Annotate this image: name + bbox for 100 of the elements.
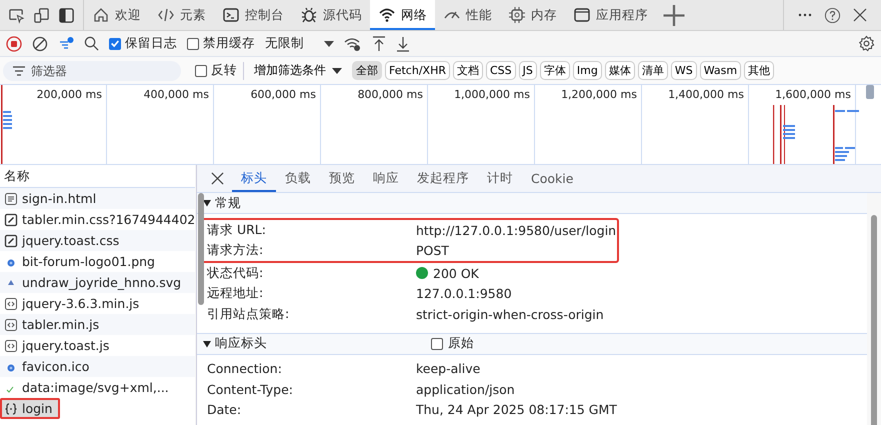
tick-label: 800,000 ms [358,88,423,101]
type-filter-chip[interactable]: 其他 [744,61,774,80]
row-label: 请求 URL: [207,222,267,239]
document-icon [4,192,18,206]
throttle-select[interactable]: 无限制 [265,35,304,52]
panel-tab[interactable]: 欢迎 [84,0,149,30]
request-item[interactable]: data:image/svg+xml,... [0,377,196,398]
tick-label: 1,400,000 ms [668,88,744,101]
help-icon[interactable] [824,6,841,24]
type-filter-chip[interactable]: WS [670,61,697,80]
type-filter-chip[interactable]: 字体 [540,61,570,80]
add-filter-dropdown[interactable]: 增加筛选条件 [250,62,346,79]
device-icon[interactable] [33,6,50,24]
braces-icon [4,402,18,416]
detail-tab[interactable]: 预览 [320,165,364,192]
script-icon [4,296,18,310]
upload-icon[interactable] [372,36,386,52]
triangle-icon [8,280,14,285]
scrollbar-thumb[interactable] [871,215,877,425]
section-header[interactable]: 响应标头 [215,335,267,352]
detail-tab[interactable]: Cookie [522,165,582,192]
request-item[interactable]: tabler.min.css?1674944402 [0,209,196,230]
request-item[interactable]: bit-forum-logo01.png [0,251,196,272]
settings-icon[interactable] [858,35,875,52]
panel-tab[interactable]: 源代码 [292,0,370,30]
row-value: application/json [416,382,515,397]
request-item[interactable]: jquery.toast.css [0,230,196,251]
row-value: keep-alive [416,361,480,376]
detail-tab[interactable]: 发起程序 [408,165,478,192]
dropdown-icon[interactable] [324,40,334,46]
panel-tab[interactable]: 元素 [149,0,214,30]
wifi-icon [378,6,396,24]
section-header[interactable]: 常规 [197,193,867,214]
inspect-icon[interactable] [8,6,25,24]
search-icon[interactable] [84,36,99,51]
clear-icon[interactable] [32,36,48,52]
checkbox[interactable] [431,338,443,350]
request-item[interactable]: tabler.min.js [0,314,196,335]
checkbox-label: 原始 [448,335,474,352]
panel-tab[interactable]: 应用程序 [565,0,656,30]
checkbox[interactable] [195,64,207,76]
panel-tab[interactable]: 控制台 [214,0,292,30]
dropdown-icon [332,68,342,74]
stylesheet-icon [4,234,18,248]
type-filter-chip[interactable]: Fetch/XHR [385,61,450,80]
home-icon [92,6,110,24]
type-filter-chip[interactable]: 全部 [352,61,382,80]
request-item[interactable]: favicon.ico [0,356,196,377]
detail-tab[interactable]: 计时 [478,165,522,192]
scrollbar-thumb[interactable] [198,193,204,305]
type-filter-chip[interactable]: JS [518,61,537,80]
row-label: Date: [207,402,242,418]
record-icon[interactable] [6,36,22,52]
panel-tab[interactable]: 性能 [435,0,500,30]
request-item[interactable]: jquery-3.6.3.min.js [0,293,196,314]
row-label: 请求方法: [207,242,264,260]
close-icon[interactable] [853,8,867,22]
window-icon [573,6,591,24]
tick-label: 1,000,000 ms [454,88,530,101]
expanded-caret-icon[interactable] [203,340,211,348]
more-icon[interactable] [798,13,812,17]
row-label: 状态代码: [207,264,264,282]
checkbox[interactable] [109,38,121,50]
chip-icon [508,6,526,24]
row-value: POST [416,243,449,258]
wifi-settings-icon[interactable] [344,36,362,52]
download-icon[interactable] [396,36,410,52]
filter-field[interactable]: 筛选器 [3,60,181,80]
tick-label: 600,000 ms [250,88,316,101]
type-filter-chip[interactable]: CSS [486,61,516,80]
filter-icon[interactable] [58,36,74,52]
checkbox[interactable] [187,38,199,50]
type-filter-chip[interactable]: 文档 [452,61,483,80]
tick-label: 1,200,000 ms [561,88,637,101]
panel-tab[interactable]: 网络 [370,0,435,30]
checkbox-label: 保留日志 [125,35,177,52]
status-dot [416,267,428,280]
request-item[interactable]: undraw_joyride_hnno.svg [0,272,196,293]
type-filter-chip[interactable]: Img [572,61,602,80]
panel-icon[interactable] [58,6,75,24]
detail-tab[interactable]: 标头 [232,165,276,192]
row-value: http://127.0.0.1:9580/user/login [416,222,616,238]
type-filter-chip[interactable]: 媒体 [604,61,635,80]
script-icon [4,338,18,352]
request-item[interactable]: jquery.toast.js [0,335,196,356]
detail-tab[interactable]: 负载 [276,165,320,192]
script-icon [4,318,18,332]
row-label: Connection: [207,361,283,376]
request-item[interactable]: login [0,398,60,419]
detail-tab[interactable]: 响应 [364,165,408,192]
stylesheet-icon [4,212,18,226]
row-value: 127.0.0.1:9580 [416,286,512,302]
expanded-caret-icon[interactable] [203,199,211,207]
request-item[interactable]: sign-in.html [0,188,196,209]
row-value: 200 OK [433,266,479,281]
type-filter-chip[interactable]: Wasm [700,61,742,80]
checkbox-label: 反转 [211,62,237,79]
code-icon [157,6,175,24]
panel-tab[interactable]: 内存 [500,0,565,30]
type-filter-chip[interactable]: 清单 [638,61,668,80]
